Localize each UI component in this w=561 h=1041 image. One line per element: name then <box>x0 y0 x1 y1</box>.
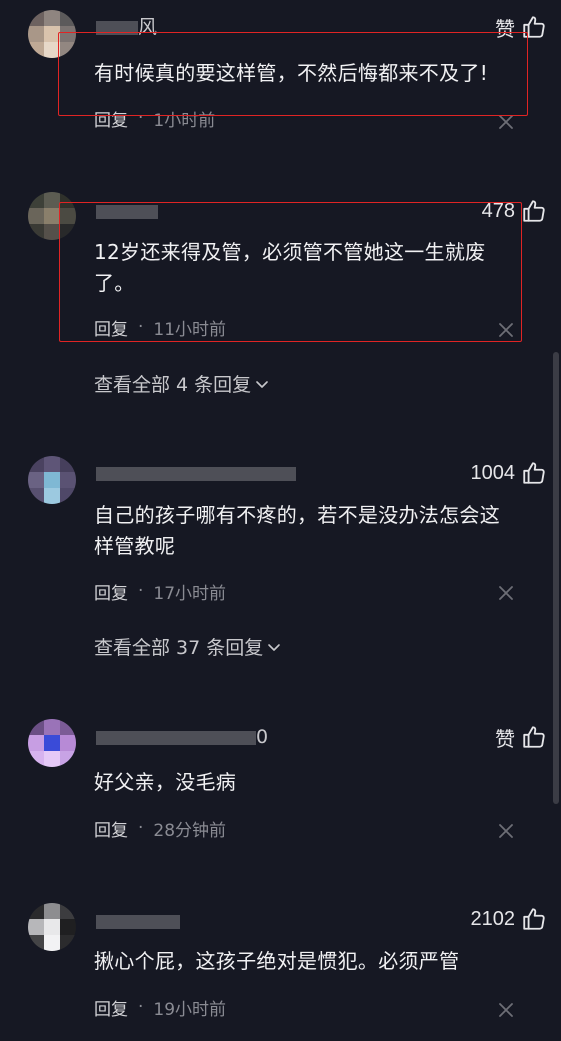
thumbs-up-icon <box>523 462 545 484</box>
like-count: 赞 <box>495 728 515 751</box>
separator-dot: · <box>138 581 144 601</box>
highlight-box <box>58 32 528 116</box>
timestamp: 28分钟前 <box>153 820 227 841</box>
view-all-replies-button[interactable]: 查看全部 4 条回复 <box>94 370 269 397</box>
timestamp: 19小时前 <box>153 999 227 1020</box>
comment-text: 好父亲，没毛病 <box>94 770 237 794</box>
username[interactable] <box>96 464 296 482</box>
comment-text: 揪心个屁，这孩子绝对是惯犯。必须严管 <box>94 949 460 973</box>
like-count: 1004 <box>470 461 516 484</box>
chevron-down-icon <box>268 643 281 651</box>
chevron-down-icon <box>256 380 268 388</box>
view-all-replies-label: 查看全部 4 条回复 <box>94 374 252 396</box>
like-button[interactable]: 1004 <box>471 458 548 488</box>
separator-dot: · <box>138 997 144 1017</box>
like-button[interactable]: 2102 <box>471 904 548 934</box>
close-icon[interactable] <box>498 1002 514 1018</box>
like-count: 2102 <box>470 907 516 930</box>
comment-text: 自己的孩子哪有不疼的，若不是没办法怎会这样管教呢 <box>94 503 500 558</box>
reply-button[interactable]: 回复 <box>94 579 128 604</box>
reply-button[interactable]: 回复 <box>94 995 128 1020</box>
close-icon[interactable] <box>498 823 514 839</box>
thumbs-up-icon <box>523 200 545 222</box>
view-all-replies-label: 查看全部 37 条回复 <box>94 637 264 659</box>
reply-button[interactable]: 回复 <box>94 816 128 841</box>
timestamp: 17小时前 <box>153 583 227 604</box>
avatar[interactable] <box>28 456 76 504</box>
username[interactable] <box>96 912 180 930</box>
comment-meta: 回复 · 17小时前 <box>94 579 227 604</box>
separator-dot: · <box>138 818 144 838</box>
comment-meta: 回复 · 19小时前 <box>94 995 227 1020</box>
comment-meta: 回复 · 28分钟前 <box>94 816 227 841</box>
close-icon[interactable] <box>498 114 514 130</box>
avatar[interactable] <box>28 903 76 951</box>
like-button[interactable]: 赞 <box>495 722 547 752</box>
avatar[interactable] <box>28 719 76 767</box>
thumbs-up-icon <box>523 726 545 748</box>
scrollbar[interactable] <box>553 352 559 804</box>
username-text: 0 <box>256 726 269 748</box>
username[interactable]: 0 <box>96 726 269 748</box>
thumbs-up-icon <box>523 908 545 930</box>
highlight-box <box>59 202 522 342</box>
close-icon[interactable] <box>498 585 514 601</box>
view-all-replies-button[interactable]: 查看全部 37 条回复 <box>94 633 281 660</box>
